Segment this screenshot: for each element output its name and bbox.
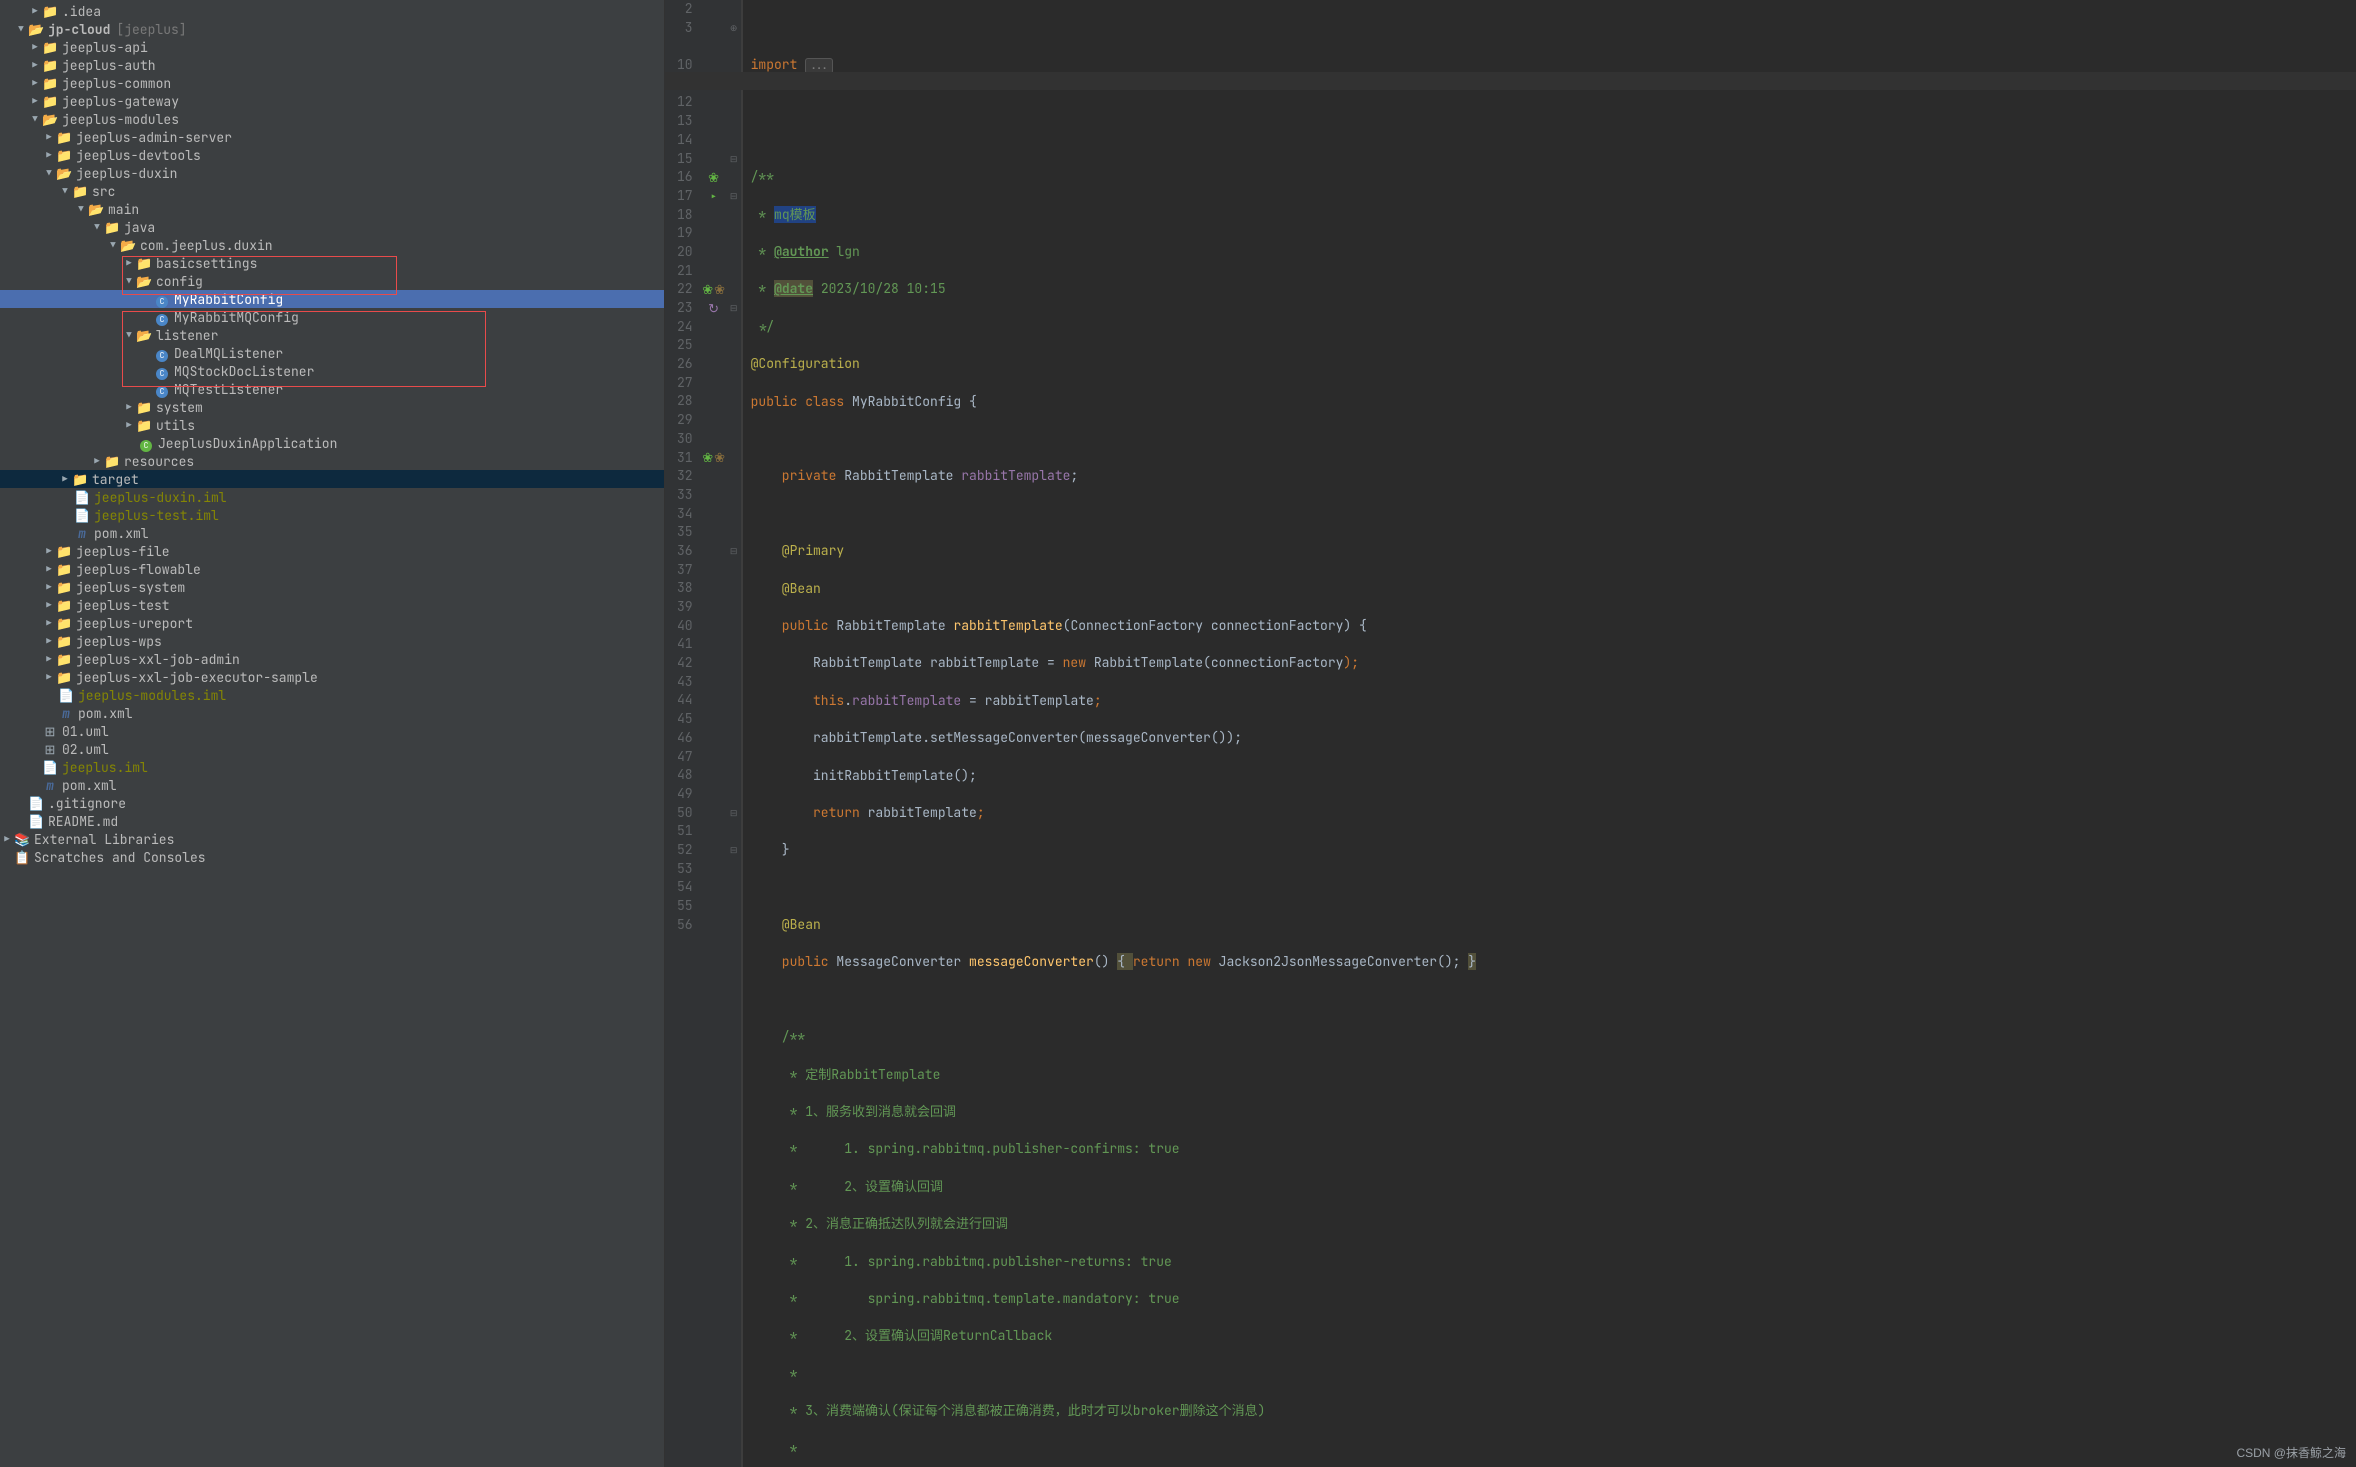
tree-item[interactable]: ▼📂jeeplus-duxin [0, 164, 664, 182]
tree-item[interactable]: mpom.xml [0, 524, 664, 542]
fold-column[interactable]: ⊕⊟⊟⊟⊟⊟⊟⊟ [727, 0, 742, 1467]
tree-item[interactable]: 📄jeeplus-modules.iml [0, 686, 664, 704]
run-icon[interactable]: ▸ [710, 188, 718, 205]
tree-item[interactable]: ▶📁jeeplus-wps [0, 632, 664, 650]
maven-icon: m [74, 525, 90, 542]
tree-item[interactable]: ▶📁jeeplus-api [0, 38, 664, 56]
scratch-icon: 📋 [14, 849, 30, 866]
module-label: jp-cloud [48, 21, 110, 38]
tree-item[interactable]: ⊞02.uml [0, 740, 664, 758]
maven-icon: m [42, 777, 58, 794]
tree-item[interactable]: 📄.gitignore [0, 794, 664, 812]
tree-item[interactable]: ▶📁jeeplus-devtools [0, 146, 664, 164]
tree-item[interactable]: 📄jeeplus.iml [0, 758, 664, 776]
editor-gutter: 2310111213141516171819202122232425262728… [665, 0, 743, 1467]
tree-item[interactable]: ⊞01.uml [0, 722, 664, 740]
tree-item[interactable]: ▶📁jeeplus-auth [0, 56, 664, 74]
class-icon: C [140, 440, 152, 452]
spring-bean-icon[interactable]: ❀ [702, 281, 713, 298]
tree-item[interactable]: ▶📁resources [0, 452, 664, 470]
tree-item[interactable]: 📄README.md [0, 812, 664, 830]
project-tree[interactable]: ▶📁.idea ▼📂jp-cloud[jeeplus] ▶📁jeeplus-ap… [0, 0, 665, 1467]
tree-item[interactable]: CMQTestListener [0, 380, 664, 398]
tree-item[interactable]: ▼📂jeeplus-modules [0, 110, 664, 128]
bean-nav-icon[interactable]: ❀ [714, 281, 725, 298]
code-area[interactable]: import ... /** * mq模板 * @author lgn * @d… [743, 0, 2356, 1467]
tree-item[interactable]: mpom.xml [0, 704, 664, 722]
tree-item[interactable]: ▶📁jeeplus-xxl-job-executor-sample [0, 668, 664, 686]
tree-item[interactable]: ▶📁jeeplus-system [0, 578, 664, 596]
tree-item[interactable]: ▼📂jp-cloud[jeeplus] [0, 20, 664, 38]
maven-icon: m [58, 705, 74, 722]
tree-item[interactable]: ▶📁utils [0, 416, 664, 434]
folded-region[interactable]: ... [805, 58, 833, 74]
tree-item[interactable]: 📄jeeplus-duxin.iml [0, 488, 664, 506]
spring-bean-icon[interactable]: ❀ [708, 169, 719, 186]
tree-item[interactable]: ▶📚External Libraries [0, 830, 664, 848]
tree-item[interactable]: ▶📁jeeplus-file [0, 542, 664, 560]
tree-item[interactable]: mpom.xml [0, 776, 664, 794]
tree-item[interactable]: ▶📁jeeplus-xxl-job-admin [0, 650, 664, 668]
tree-item[interactable]: CMQStockDocListener [0, 362, 664, 380]
tree-item[interactable]: CDealMQListener [0, 344, 664, 362]
code-editor[interactable]: 2310111213141516171819202122232425262728… [665, 0, 2356, 1467]
tree-item-selected[interactable]: CMyRabbitConfig [0, 290, 664, 308]
tree-item[interactable]: ▶📁target [0, 470, 664, 488]
recursive-icon[interactable]: ↻ [708, 300, 719, 317]
bean-nav-icon[interactable]: ❀ [714, 449, 725, 466]
tree-item[interactable]: ▶📁jeeplus-test [0, 596, 664, 614]
class-icon: C [156, 350, 168, 362]
tree-item[interactable]: ▶📁jeeplus-gateway [0, 92, 664, 110]
tree-item[interactable]: ▶📁jeeplus-common [0, 74, 664, 92]
library-icon: 📚 [14, 831, 30, 848]
tree-item[interactable]: 📋Scratches and Consoles [0, 848, 664, 866]
tree-item[interactable]: ▼📁java [0, 218, 664, 236]
watermark: CSDN @抹香鲸之海 [2236, 1444, 2346, 1461]
tree-item[interactable]: CJeeplusDuxinApplication [0, 434, 664, 452]
tree-item[interactable]: ▼📂com.jeeplus.duxin [0, 236, 664, 254]
line-numbers: 2310111213141516171819202122232425262728… [665, 0, 701, 1467]
tree-item[interactable]: CMyRabbitMQConfig [0, 308, 664, 326]
tree-item[interactable]: ▼📂config [0, 272, 664, 290]
uml-icon: ⊞ [42, 741, 58, 758]
class-icon: C [156, 386, 168, 398]
spring-bean-icon[interactable]: ❀ [702, 449, 713, 466]
tree-item[interactable]: ▶📁jeeplus-flowable [0, 560, 664, 578]
tree-item[interactable]: 📄jeeplus-test.iml [0, 506, 664, 524]
tree-item[interactable]: ▶📁jeeplus-admin-server [0, 128, 664, 146]
tree-item[interactable]: ▶📁basicsettings [0, 254, 664, 272]
class-icon: C [156, 296, 168, 308]
class-icon: C [156, 314, 168, 326]
tree-item[interactable]: ▼📂main [0, 200, 664, 218]
uml-icon: ⊞ [42, 723, 58, 740]
module-suffix: [jeeplus] [116, 21, 186, 38]
tree-item[interactable]: ▼📂listener [0, 326, 664, 344]
tree-item[interactable]: ▼📁src [0, 182, 664, 200]
ide-window: ▶📁.idea ▼📂jp-cloud[jeeplus] ▶📁jeeplus-ap… [0, 0, 2356, 1467]
folder-label: .idea [62, 3, 101, 20]
tree-item[interactable]: ▶📁system [0, 398, 664, 416]
tree-item[interactable]: ▶📁.idea [0, 2, 664, 20]
class-icon: C [156, 368, 168, 380]
gutter-icons: ❀ ▸ ❀❀ ↻ ❀❀ [701, 0, 727, 1467]
tree-item[interactable]: ▶📁jeeplus-ureport [0, 614, 664, 632]
